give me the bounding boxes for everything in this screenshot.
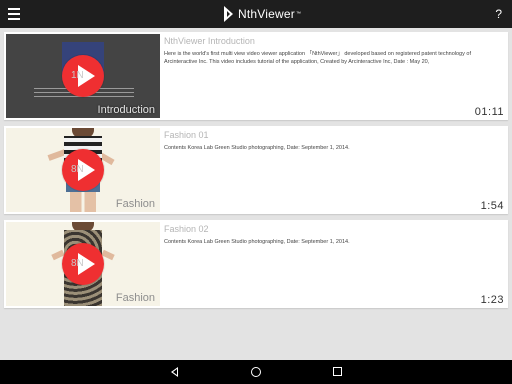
- video-duration: 1:23: [480, 294, 504, 306]
- video-card-fashion-01[interactable]: 8N Fashion Fashion 01 Contents Korea Lab…: [4, 126, 508, 214]
- video-thumbnail[interactable]: 8N Fashion: [6, 222, 160, 306]
- app-toolbar: NthViewer ™ ?: [0, 0, 512, 28]
- thumb-caption: Introduction: [97, 104, 155, 116]
- video-title: NthViewer Introduction: [164, 36, 255, 46]
- play-icon[interactable]: 8N: [62, 243, 104, 285]
- thumb-badge: 8N: [71, 258, 84, 269]
- nav-recent-apps-icon[interactable]: [333, 367, 342, 376]
- thumb-caption: Fashion: [115, 292, 155, 304]
- hamburger-menu-icon[interactable]: [8, 8, 20, 20]
- video-info: Fashion 01 Contents Korea Lab Green Stud…: [164, 128, 504, 212]
- play-icon[interactable]: 1N: [62, 55, 104, 97]
- video-thumbnail[interactable]: 8N Fashion: [6, 128, 160, 212]
- app-name: NthViewer: [238, 7, 295, 21]
- video-info: Fashion 02 Contents Korea Lab Green Stud…: [164, 222, 504, 306]
- system-navigation-bar: [0, 360, 512, 384]
- nav-back-icon[interactable]: [171, 367, 178, 377]
- app-trademark: ™: [295, 11, 301, 17]
- video-description: Here is the world's first multi view vid…: [164, 51, 471, 65]
- video-description: Contents Korea Lab Green Studio photogra…: [164, 239, 350, 245]
- video-title: Fashion 02: [164, 224, 209, 234]
- thumb-caption: Fashion: [115, 198, 155, 210]
- video-thumbnail[interactable]: 1N Introduction: [6, 34, 160, 118]
- thumb-badge: 1N: [71, 70, 84, 81]
- video-description: Contents Korea Lab Green Studio photogra…: [164, 145, 350, 151]
- logo-mark-icon: [224, 6, 233, 22]
- video-list: 1N Introduction NthViewer Introduction H…: [4, 32, 508, 314]
- help-icon[interactable]: ?: [495, 7, 502, 21]
- nav-home-icon[interactable]: [251, 367, 261, 377]
- video-card-introduction[interactable]: 1N Introduction NthViewer Introduction H…: [4, 32, 508, 120]
- video-card-fashion-02[interactable]: 8N Fashion Fashion 02 Contents Korea Lab…: [4, 220, 508, 308]
- app-logo: NthViewer ™: [224, 5, 301, 23]
- video-duration: 1:54: [480, 200, 504, 212]
- video-info: NthViewer Introduction Here is the world…: [164, 34, 504, 118]
- video-title: Fashion 01: [164, 130, 209, 140]
- play-icon[interactable]: 8N: [62, 149, 104, 191]
- thumb-badge: 8N: [71, 164, 84, 175]
- video-duration: 01:11: [474, 106, 504, 118]
